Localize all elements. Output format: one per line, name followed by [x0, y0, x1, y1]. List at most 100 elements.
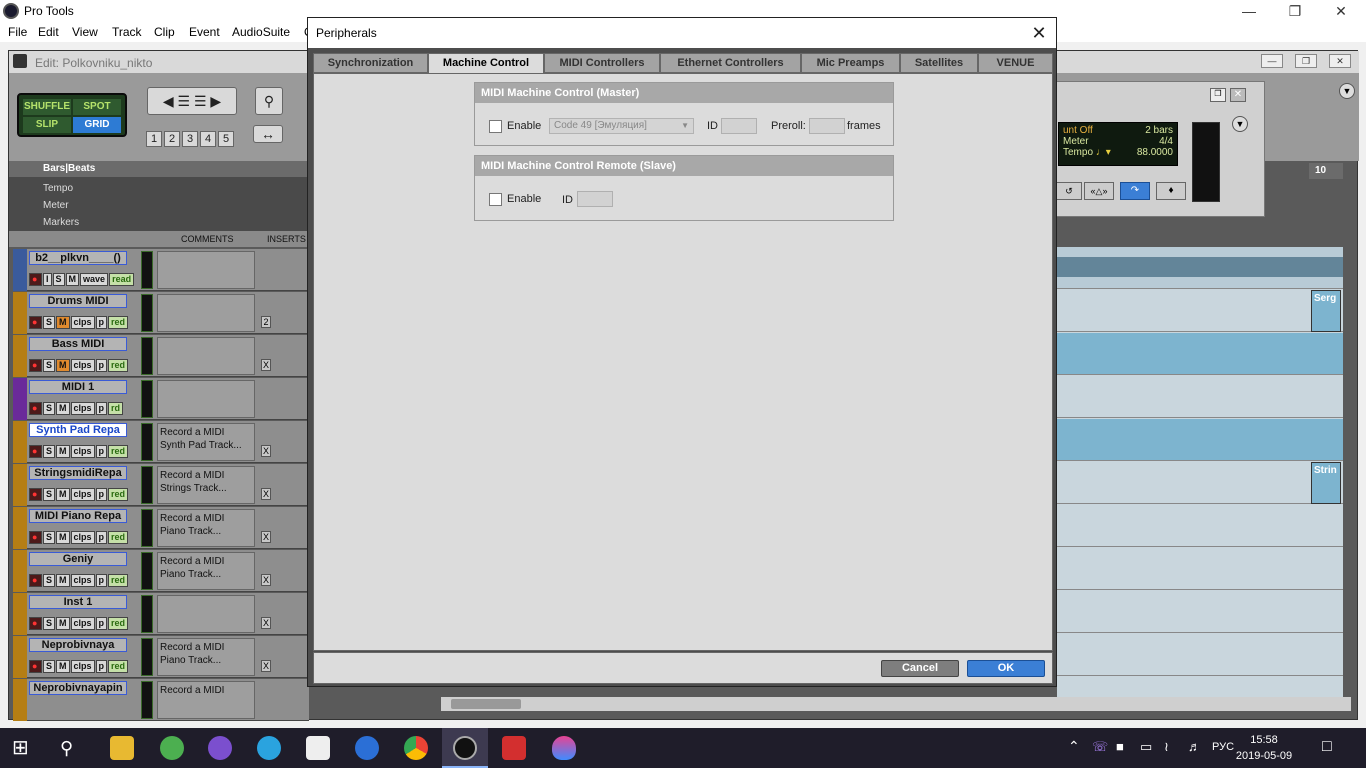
record-arm-icon[interactable]: ● [29, 531, 42, 544]
zoom-controls[interactable]: ◀ ☰ ☰ ▶ [147, 87, 237, 115]
track-color-strip[interactable] [13, 550, 27, 592]
cancel-button[interactable]: Cancel [881, 660, 959, 677]
record-arm-icon[interactable]: ● [29, 660, 42, 673]
track-row[interactable]: Neprobivnaya ● S Mclps p red Record a MIDI Pia… [13, 636, 309, 678]
track-button-s[interactable]: S [43, 617, 56, 630]
track-comment[interactable]: Record a MIDI Piano Track... [157, 638, 255, 676]
record-arm-icon[interactable]: ● [29, 488, 42, 501]
track-button-p[interactable]: p [95, 316, 108, 329]
preroll-field[interactable] [809, 118, 845, 134]
track-name[interactable]: Bass MIDI [29, 337, 127, 351]
track-button-red[interactable]: red [108, 617, 129, 630]
viber-icon[interactable] [208, 736, 232, 760]
zoomer-tool-icon[interactable]: ⚲ [255, 87, 283, 115]
lane-neprobivnaya[interactable] [1057, 634, 1343, 676]
track-button-i[interactable]: I [43, 273, 52, 286]
bars-beats-ruler[interactable]: Bars|Beats [9, 161, 309, 177]
transport-close-button[interactable]: ✕ [1230, 88, 1246, 102]
track-button-clps[interactable]: clps [70, 531, 95, 544]
search-icon[interactable]: ⚲ [60, 736, 84, 760]
maps-icon[interactable] [552, 736, 576, 760]
menu-clip[interactable]: Clip [154, 25, 175, 39]
record-arm-icon[interactable]: ● [29, 445, 42, 458]
track-color-strip[interactable] [13, 679, 27, 721]
track-button-p[interactable]: p [95, 617, 108, 630]
track-button-clps[interactable]: clps [70, 316, 95, 329]
insert-slot[interactable]: X [261, 660, 271, 672]
track-button-s[interactable]: S [43, 574, 56, 587]
track-row[interactable]: MIDI 1 ● S Mclps p rd [13, 378, 309, 420]
edit-minimize-button[interactable]: — [1261, 54, 1283, 68]
master-enable-checkbox[interactable] [489, 120, 502, 133]
track-button-s[interactable]: S [43, 359, 56, 372]
menu-view[interactable]: View [72, 25, 98, 39]
lane-synth-pad[interactable] [1057, 419, 1343, 461]
master-id-field[interactable] [721, 118, 757, 134]
windows-start-icon[interactable]: ⊞ [12, 736, 36, 760]
track-button-p[interactable]: p [95, 359, 108, 372]
track-button-p[interactable]: p [95, 445, 108, 458]
track-button-clps[interactable]: clps [70, 445, 95, 458]
track-color-strip[interactable] [13, 593, 27, 635]
spot-mode-button[interactable]: SPOT [73, 99, 121, 115]
track-row[interactable]: Bass MIDI ● S Mclps p red X [13, 335, 309, 377]
track-button-m[interactable]: M [56, 531, 70, 544]
lane-midi1[interactable] [1057, 376, 1343, 418]
tab-transient-icon[interactable]: ♦ [1156, 182, 1186, 200]
track-color-strip[interactable] [13, 249, 27, 291]
link-icon[interactable]: ↺ [1056, 182, 1082, 200]
master-device-select[interactable]: Code 49 [Эмуляция] ▼ [549, 118, 694, 134]
minimize-button[interactable]: — [1226, 0, 1272, 22]
track-name[interactable]: Inst 1 [29, 595, 127, 609]
insertion-follows-icon[interactable]: ↷ [1120, 182, 1150, 200]
edit-close-button[interactable]: ✕ [1329, 54, 1351, 68]
track-button-red[interactable]: red [108, 316, 129, 329]
track-button-rd[interactable]: rd [108, 402, 124, 415]
lane-drums[interactable]: Serg [1057, 290, 1343, 332]
restore-button[interactable]: ❐ [1272, 0, 1318, 22]
ruler-markers[interactable]: Markers [43, 217, 79, 228]
track-row[interactable]: b2__plkvn____() ● I S Mwave read [13, 249, 309, 291]
menu-edit[interactable]: Edit [38, 25, 59, 39]
slave-enable-checkbox[interactable] [489, 193, 502, 206]
track-button-m[interactable]: M [56, 617, 70, 630]
file-explorer-icon[interactable] [110, 736, 134, 760]
edit-restore-button[interactable]: ❐ [1295, 54, 1317, 68]
lane-audio[interactable] [1057, 247, 1343, 289]
tab-mic-preamps[interactable]: Mic Preamps [801, 53, 900, 73]
tab-venue[interactable]: VENUE [978, 53, 1053, 73]
ok-button[interactable]: OK [967, 660, 1045, 677]
record-arm-icon[interactable]: ● [29, 402, 42, 415]
lane-strings[interactable]: Strin [1057, 462, 1343, 504]
track-button-read[interactable]: read [109, 273, 135, 286]
language-indicator[interactable]: РУС [1212, 741, 1234, 753]
track-button-clps[interactable]: clps [70, 617, 95, 630]
track-button-m[interactable]: M [56, 445, 70, 458]
track-color-strip[interactable] [13, 292, 27, 334]
lane-geniy[interactable] [1057, 548, 1343, 590]
track-button-red[interactable]: red [108, 574, 129, 587]
track-comment[interactable]: Record a MIDI Synth Pad Track... [157, 423, 255, 461]
track-button-p[interactable]: p [95, 660, 108, 673]
acrobat-icon[interactable] [502, 736, 526, 760]
close-window-button[interactable]: ✕ [1318, 0, 1364, 22]
insert-slot[interactable]: 2 [261, 316, 271, 328]
track-button-s[interactable]: S [52, 273, 65, 286]
track-button-m[interactable]: M [65, 273, 80, 286]
track-button-s[interactable]: S [43, 488, 56, 501]
insert-slot[interactable]: X [261, 617, 271, 629]
pro-tools-taskbar-button[interactable] [442, 728, 488, 768]
tab-ethernet-controllers[interactable]: Ethernet Controllers [660, 53, 801, 73]
track-button-m[interactable]: M [56, 488, 70, 501]
track-name[interactable]: b2__plkvn____() [29, 251, 127, 265]
track-button-clps[interactable]: clps [70, 402, 95, 415]
menu-file[interactable]: File [8, 25, 27, 39]
track-comment[interactable] [157, 337, 255, 375]
track-color-strip[interactable] [13, 507, 27, 549]
track-name[interactable]: MIDI Piano Repa [29, 509, 127, 523]
chrome-icon[interactable] [404, 736, 428, 760]
track-button-clps[interactable]: clps [70, 660, 95, 673]
track-comment[interactable]: Record a MIDI Piano Track... [157, 552, 255, 590]
chevron-up-icon[interactable]: ⌃ [1068, 738, 1080, 755]
tray-app-icon[interactable]: ■ [1116, 739, 1124, 754]
